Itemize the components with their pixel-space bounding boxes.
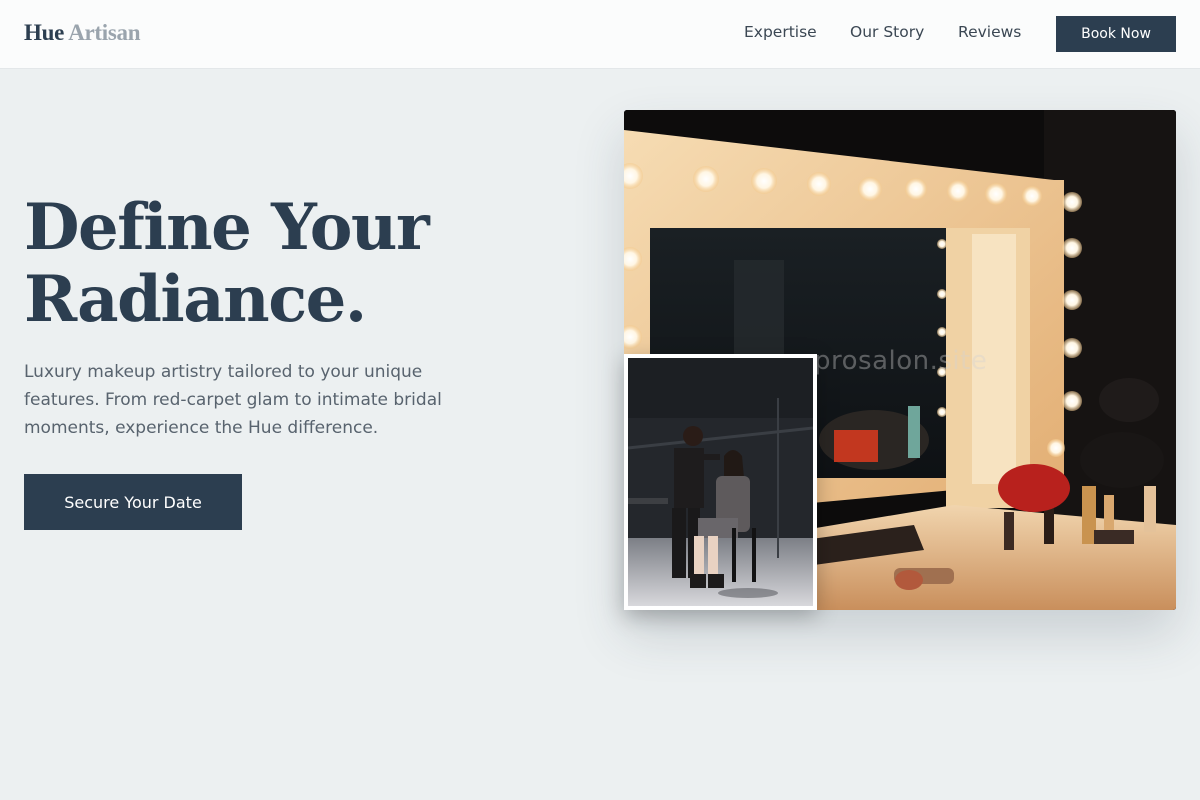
image-watermark: prosalon.site [814, 346, 988, 376]
nav-link-our-story[interactable]: Our Story [850, 23, 924, 41]
headline-line-2: Radiance. [24, 262, 367, 337]
hero-headline: Define Your Radiance. [24, 190, 430, 337]
nav-link-expertise[interactable]: Expertise [744, 23, 817, 41]
logo[interactable]: Hue Artisan [24, 20, 141, 46]
secure-date-button[interactable]: Secure Your Date [24, 474, 242, 530]
logo-primary: Hue [24, 20, 64, 45]
hero-subtext: Luxury makeup artistry tailored to your … [24, 362, 442, 438]
nav-link-reviews[interactable]: Reviews [958, 23, 1021, 41]
top-navbar: Hue Artisan Expertise Our Story Reviews … [0, 0, 1200, 69]
headline-line-1: Define Your [24, 190, 430, 265]
book-now-button[interactable]: Book Now [1056, 16, 1176, 52]
makeup-session-photo [624, 354, 817, 610]
logo-secondary: Artisan [68, 20, 141, 45]
